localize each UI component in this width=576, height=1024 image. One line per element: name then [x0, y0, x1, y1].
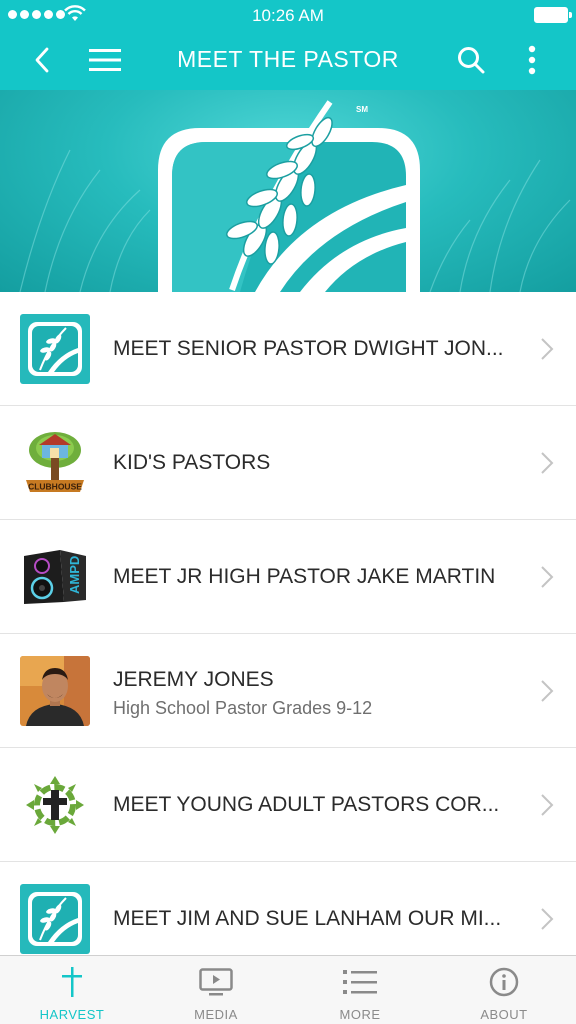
chevron-right-icon	[541, 566, 554, 588]
chevron-right-icon	[541, 680, 554, 702]
list-item-title: MEET JR HIGH PASTOR JAKE MARTIN	[113, 565, 496, 588]
clubhouse-logo-icon: CLUBHOUSE	[20, 428, 90, 498]
chevron-left-icon	[35, 47, 49, 73]
list-item-title: MEET JIM AND SUE LANHAM OUR MI...	[113, 907, 502, 930]
info-icon	[489, 967, 519, 997]
chevron-right-icon	[541, 794, 554, 816]
list-item-title: JEREMY JONES	[113, 668, 274, 691]
tab-label: ABOUT	[480, 1007, 528, 1022]
tab-media[interactable]: MEDIA	[144, 956, 288, 1024]
menu-button[interactable]	[83, 38, 127, 82]
list-item[interactable]: AMPD MEET JR HIGH PASTOR JAKE MARTIN	[0, 520, 576, 634]
wheat-logo-icon	[20, 314, 90, 384]
ampd-speaker-icon: AMPD	[20, 542, 90, 612]
wheat-logo-icon	[20, 884, 90, 954]
tab-label: HARVEST	[39, 1007, 105, 1022]
hamburger-menu-icon	[89, 49, 121, 71]
tab-label: MORE	[339, 1007, 381, 1022]
ampd-badge-text: AMPD	[67, 556, 82, 594]
tv-play-icon	[199, 968, 233, 996]
pastor-list: MEET SENIOR PASTOR DWIGHT JON... CLUBHOU…	[0, 292, 576, 976]
list-item[interactable]: MEET YOUNG ADULT PASTORS COR...	[0, 748, 576, 862]
chevron-right-icon	[541, 452, 554, 474]
list-item[interactable]: CLUBHOUSE KID'S PASTORS	[0, 406, 576, 520]
list-item[interactable]: MEET SENIOR PASTOR DWIGHT JON...	[0, 292, 576, 406]
status-time: 10:26 AM	[252, 6, 324, 25]
cross-icon	[62, 967, 82, 997]
list-item-title: KID'S PASTORS	[113, 451, 271, 474]
overflow-menu-button[interactable]	[510, 38, 554, 82]
tab-label: MEDIA	[194, 1007, 238, 1022]
nav-bar: MEET THE PASTOR	[0, 30, 576, 90]
tab-harvest[interactable]: HARVEST	[0, 956, 144, 1024]
header-banner: SM	[0, 90, 576, 292]
search-button[interactable]	[449, 38, 493, 82]
tab-bar: HARVEST MEDIA MORE ABOUT	[0, 955, 576, 1024]
chevron-right-icon	[541, 338, 554, 360]
tab-about[interactable]: ABOUT	[432, 956, 576, 1024]
more-vertical-icon	[528, 45, 536, 75]
back-button[interactable]	[20, 38, 64, 82]
search-icon	[458, 47, 485, 74]
list-item-title: MEET SENIOR PASTOR DWIGHT JON...	[113, 337, 504, 360]
cross-gear-icon	[20, 770, 90, 840]
list-item-title: MEET YOUNG ADULT PASTORS COR...	[113, 793, 500, 816]
status-bar: 10:26 AM	[0, 0, 576, 30]
list-icon	[343, 970, 377, 994]
chevron-right-icon	[541, 908, 554, 930]
battery-icon	[534, 7, 572, 23]
tab-more[interactable]: MORE	[288, 956, 432, 1024]
portrait-photo	[20, 656, 90, 726]
list-item-subtitle: High School Pastor Grades 9-12	[113, 698, 373, 718]
list-item[interactable]: JEREMY JONES High School Pastor Grades 9…	[0, 634, 576, 748]
service-mark: SM	[356, 105, 368, 114]
clubhouse-badge-text: CLUBHOUSE	[28, 482, 82, 492]
wheat-field-background: SM	[19, 100, 571, 292]
